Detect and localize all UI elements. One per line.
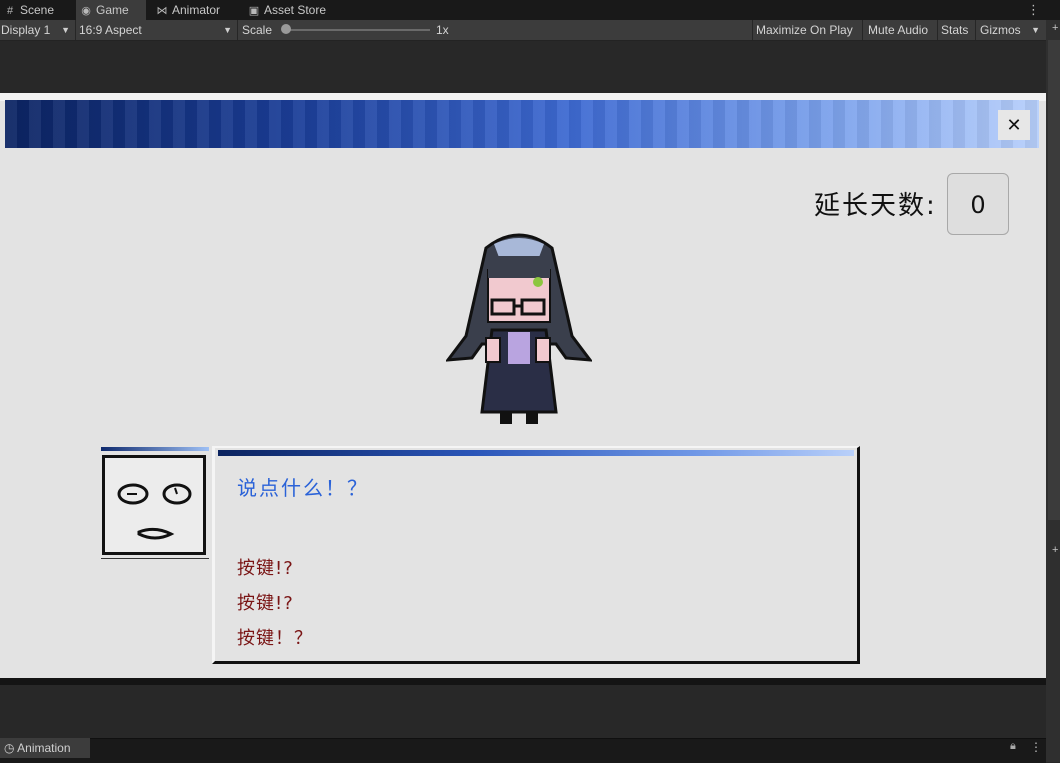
- grid-icon: #: [6, 5, 14, 17]
- scale-slider-handle[interactable]: [281, 24, 291, 34]
- chevron-down-icon: ▼: [223, 25, 232, 35]
- store-icon: ▣: [248, 5, 260, 17]
- gizmos-dropdown[interactable]: Gizmos ▼: [976, 20, 1044, 40]
- editor-tab-bar: # Scene ◉ Game ⋈ Animator ▣ Asset Store ⋮: [0, 0, 1060, 20]
- character-sprite: [446, 233, 592, 424]
- dialog-box: 说点什么！？ 按键!? 按键!? 按键！？: [212, 446, 860, 664]
- scrollbar-thumb[interactable]: [1048, 40, 1060, 520]
- scale-label: Scale: [242, 23, 273, 37]
- gizmos-label: Gizmos: [980, 23, 1021, 37]
- aspect-dropdown[interactable]: 16:9 Aspect ▼: [76, 20, 236, 40]
- portrait-underline: [101, 558, 209, 559]
- more-options-icon[interactable]: ⋮: [1027, 2, 1040, 18]
- lock-icon[interactable]: 🔒︎: [1010, 740, 1016, 753]
- dialog-option-1[interactable]: 按键!?: [237, 554, 294, 580]
- tab-game[interactable]: ◉ Game: [76, 0, 146, 20]
- tab-animation[interactable]: ◷ Animation: [0, 738, 90, 758]
- add-icon[interactable]: +: [1052, 22, 1058, 34]
- speaker-portrait: [102, 455, 206, 555]
- tab-game-label: Game: [96, 3, 129, 17]
- tab-animator-label: Animator: [172, 3, 221, 17]
- scale-value: 1x: [436, 23, 449, 37]
- add-icon[interactable]: +: [1052, 544, 1058, 556]
- game-toolbar: Display 1 ▼ 16:9 Aspect ▼ Scale 1x Maxim…: [0, 20, 1046, 41]
- display-dropdown-label: Display 1: [1, 23, 51, 37]
- extend-days-label: 延长天数:: [814, 191, 937, 221]
- aspect-dropdown-label: 16:9 Aspect: [79, 23, 142, 37]
- face-portrait-icon: [117, 483, 192, 540]
- animation-panel-bar: [0, 738, 1046, 763]
- tab-animator[interactable]: ⋈ Animator: [152, 0, 238, 20]
- chevron-down-icon: ▼: [61, 25, 70, 35]
- dialog-header-bar: [218, 450, 854, 456]
- display-dropdown[interactable]: Display 1 ▼: [0, 20, 74, 40]
- portrait-header-bar: [101, 447, 209, 451]
- tab-asset-store[interactable]: ▣ Asset Store: [244, 0, 344, 20]
- dialog-option-3[interactable]: 按键！？: [237, 624, 313, 650]
- tab-scene-label: Scene: [20, 3, 55, 17]
- tab-asset-store-label: Asset Store: [264, 3, 327, 17]
- more-options-icon[interactable]: ⋮: [1030, 740, 1042, 754]
- chevron-down-icon: ▼: [1031, 25, 1040, 35]
- mute-audio-toggle[interactable]: Mute Audio: [863, 20, 937, 40]
- dialog-option-2[interactable]: 按键!?: [237, 589, 294, 615]
- animator-icon: ⋈: [156, 5, 168, 17]
- tab-animation-label: Animation: [17, 741, 71, 755]
- extend-days-value: 0: [947, 173, 1009, 235]
- clock-icon: ◷: [4, 741, 15, 755]
- toolbar-divider: [237, 20, 238, 40]
- scale-slider-track[interactable]: [286, 29, 430, 31]
- dialog-prompt: 说点什么！？: [237, 476, 369, 500]
- close-icon: ✕: [1006, 114, 1022, 135]
- stats-toggle[interactable]: Stats: [938, 20, 974, 40]
- maximize-on-play-toggle[interactable]: Maximize On Play: [753, 20, 861, 40]
- gamepad-icon: ◉: [81, 5, 91, 17]
- tab-scene[interactable]: # Scene: [0, 0, 72, 20]
- title-banner: [5, 100, 1039, 148]
- close-button[interactable]: ✕: [998, 110, 1030, 140]
